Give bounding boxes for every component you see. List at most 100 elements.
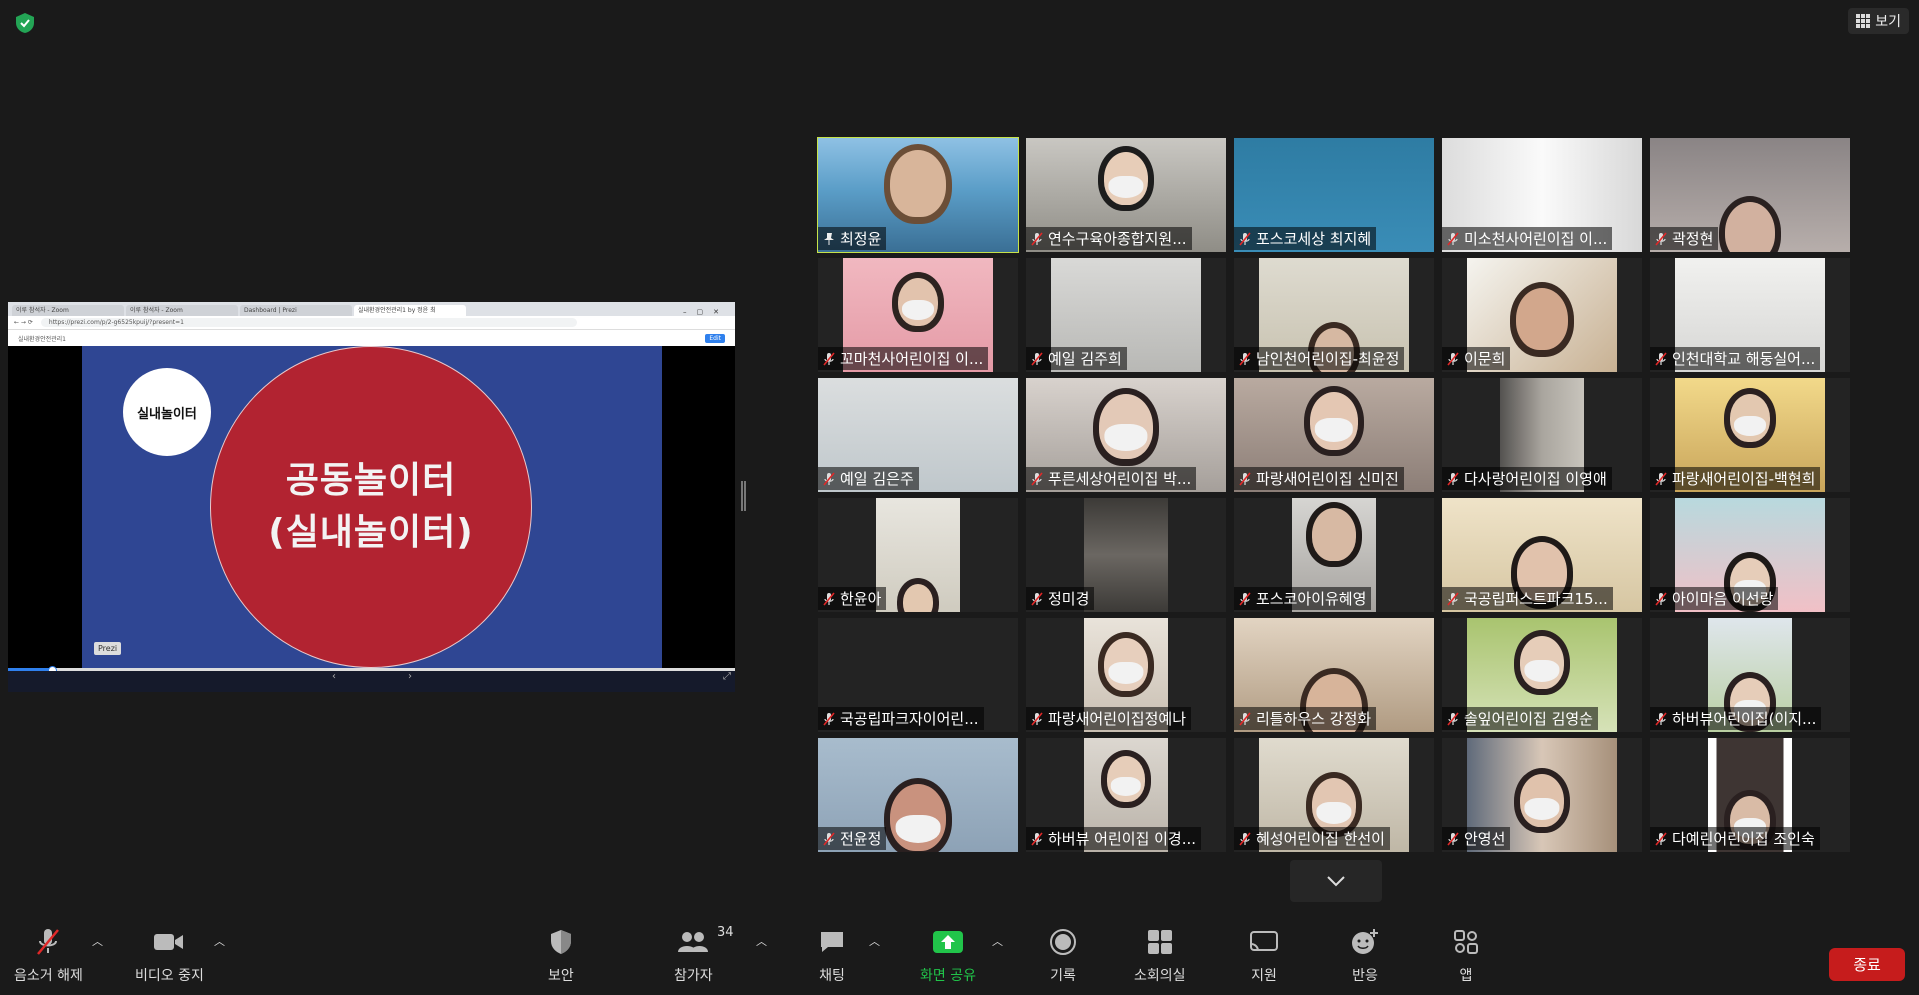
participant-name-tag: 파랑새어린이집 신미진 [1234,467,1404,490]
muted-mic-icon [1655,711,1667,726]
prev-slide-icon[interactable]: ‹ [332,671,336,682]
participant-name: 국공립파크자이어린... [840,710,979,728]
shared-screen[interactable]: 이루 참석자 - Zoom 이루 참석자 - Zoom Dashboard | … [8,302,735,692]
reaction-smiley-icon [1352,929,1378,954]
participant-name: 포스코아이유혜영 [1256,590,1367,608]
participant-tile[interactable]: 전윤정 [818,738,1018,852]
reactions-label: 반응 [1352,968,1378,984]
participant-tile[interactable]: 다예린어린이집 조인숙 [1650,738,1850,852]
participant-tile[interactable]: 하버뷰어린이집(이지... [1650,618,1850,732]
participant-tile[interactable]: 아이마음 이선랑 [1650,498,1850,612]
apps-button[interactable]: 앱 [1453,925,1479,985]
participant-tile[interactable]: 파랑새어린이집정예나 [1026,618,1226,732]
url-field[interactable]: https://prezi.com/p/2-g6525kpuij/?presen… [40,318,577,327]
muted-mic-icon [1239,351,1251,366]
participant-face [1516,288,1568,351]
view-button[interactable]: 보기 [1848,8,1909,34]
browser-tab-strip: 이루 참석자 - Zoom 이루 참석자 - Zoom Dashboard | … [8,302,735,316]
encryption-shield-icon[interactable] [14,12,36,34]
end-meeting-button[interactable]: 종료 [1829,948,1905,981]
participant-tile[interactable]: 한윤아 [818,498,1018,612]
participant-tile[interactable]: 푸른세상어린이집 박... [1026,378,1226,492]
participant-name-tag: 파랑새어린이집-백현희 [1650,467,1821,490]
participant-tile[interactable]: 포스코세상 최지혜 [1234,138,1434,252]
participant-tile[interactable]: 국공립퍼스트파크15... [1442,498,1642,612]
participant-tile[interactable]: 정미경 [1026,498,1226,612]
next-slide-icon[interactable]: › [408,671,412,682]
browser-tab[interactable]: Dashboard | Prezi [240,305,352,316]
breakout-rooms-button[interactable]: 소회의실 [1134,925,1186,985]
stop-video-button[interactable]: 비디오 중지 [135,925,204,985]
muted-mic-icon [1655,591,1667,606]
share-screen-button[interactable]: 화면 공유 [920,925,976,985]
participant-tile[interactable]: 하버뷰 어린이집 이경... [1026,738,1226,852]
prezi-title: 실내환경안전관리1 [18,336,66,343]
participant-tile[interactable]: 다사랑어린이집 이영애 [1442,378,1642,492]
participant-tile[interactable]: 미소천사어린이집 이... [1442,138,1642,252]
participant-tile[interactable]: 국공립파크자이어린... [818,618,1018,732]
fullscreen-icon[interactable]: ⤢ [723,671,731,682]
chat-button[interactable]: 채팅 [818,925,846,985]
participant-name: 하버뷰 어린이집 이경... [1048,830,1197,848]
participants-button[interactable]: 참가자 [674,925,713,985]
chat-options-caret-icon[interactable]: ︿ [869,933,880,949]
muted-mic-icon [1655,831,1667,846]
face-mask [1104,423,1148,451]
browser-tab-active[interactable]: 실내환경안전관리1 by 정윤 최 [354,305,466,316]
split-view-handle[interactable] [741,481,746,511]
participant-tile[interactable]: 곽정현 [1650,138,1850,252]
security-button[interactable]: 보안 [548,925,574,985]
participant-name-tag: 인천대학교 해둥실어... [1650,347,1821,370]
face-mask [1524,660,1560,683]
edit-button[interactable]: Edit [705,334,725,343]
participant-tile[interactable]: 포스코아이유혜영 [1234,498,1434,612]
participant-tile[interactable]: 솔잎어린이집 김영순 [1442,618,1642,732]
participant-tile[interactable]: 안영선 [1442,738,1642,852]
record-button[interactable]: 기록 [1049,925,1077,985]
more-participants-button[interactable] [1290,860,1382,902]
captions-label: 지원 [1251,968,1277,984]
participant-tile[interactable]: 파랑새어린이집-백현희 [1650,378,1850,492]
audio-options-caret-icon[interactable]: ︿ [92,933,103,949]
participant-tile[interactable]: 혜성어린이집 한선이 [1234,738,1434,852]
participant-tile[interactable]: 리틀하우스 강정화 [1234,618,1434,732]
participant-name: 다사랑어린이집 이영애 [1464,470,1607,488]
participant-name-tag: 국공립파크자이어린... [818,707,984,730]
reactions-button[interactable]: 반응 [1350,925,1380,985]
participant-name-tag: 하버뷰 어린이집 이경... [1026,827,1202,850]
participant-name-tag: 남인천어린이집-최윤정 [1234,347,1405,370]
video-options-caret-icon[interactable]: ︿ [214,933,225,949]
security-shield-icon [550,930,571,954]
participant-tile[interactable]: 예일 김은주 [818,378,1018,492]
participant-name-tag: 다사랑어린이집 이영애 [1442,467,1612,490]
participant-name-tag: 혜성어린이집 한선이 [1234,827,1390,850]
participant-tile[interactable]: 최정윤 [817,137,1019,253]
participant-tile[interactable]: 이문희 [1442,258,1642,372]
muted-mic-icon [823,831,835,846]
participants-options-caret-icon[interactable]: ︿ [756,933,767,949]
participant-name: 남인천어린이집-최윤정 [1256,350,1400,368]
unmute-label: 음소거 해제 [14,968,83,984]
participant-tile[interactable]: 꼬마천사어린이집 이... [818,258,1018,372]
browser-tab[interactable]: 이루 참석자 - Zoom [12,305,124,316]
unmute-button[interactable]: 음소거 해제 [14,925,83,985]
participant-name: 예일 김은주 [840,470,914,488]
slide-area: 실내놀이터 공동놀이터 (실내놀이터) Prezi [8,346,735,668]
participants-count: 34 [717,925,734,940]
captions-button[interactable]: 지원 [1248,925,1280,985]
participant-tile[interactable]: 연수구육아종합지원... [1026,138,1226,252]
share-options-caret-icon[interactable]: ︿ [992,933,1003,949]
participant-name-tag: 곽정현 [1650,227,1719,250]
participant-tile[interactable]: 남인천어린이집-최윤정 [1234,258,1434,372]
participant-tile[interactable]: 예일 김주희 [1026,258,1226,372]
muted-mic-icon [1031,231,1043,246]
participant-name: 연수구육아종합지원... [1048,230,1187,248]
browser-tab[interactable]: 이루 참석자 - Zoom [126,305,238,316]
nav-arrows-icon[interactable]: ← → ⟳ [14,319,33,326]
view-label: 보기 [1875,14,1901,30]
apps-label: 앱 [1459,968,1473,984]
participant-tile[interactable]: 파랑새어린이집 신미진 [1234,378,1434,492]
window-controls[interactable]: –▢✕ [683,308,735,316]
muted-mic-icon [823,591,835,606]
participant-tile[interactable]: 인천대학교 해둥실어... [1650,258,1850,372]
